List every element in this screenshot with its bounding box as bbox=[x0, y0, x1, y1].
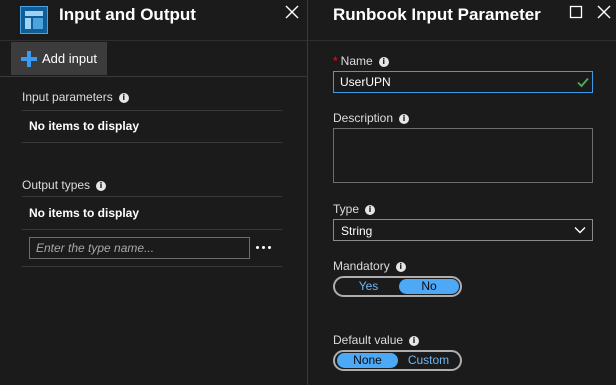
name-label-row: * Name i bbox=[333, 54, 389, 68]
output-types-header: Output types i bbox=[22, 178, 107, 192]
input-parameters-empty: No items to display bbox=[29, 119, 140, 133]
info-icon[interactable]: i bbox=[96, 180, 107, 191]
default-value-label-row: Default value i bbox=[333, 333, 420, 347]
plus-icon bbox=[21, 51, 37, 67]
section-divider bbox=[22, 229, 282, 230]
blade-title: Runbook Input Parameter bbox=[333, 5, 541, 24]
section-divider bbox=[22, 110, 282, 111]
checkmark-icon bbox=[577, 77, 589, 88]
output-types-empty: No items to display bbox=[29, 206, 140, 220]
mandatory-no-option[interactable]: No bbox=[399, 279, 459, 294]
mandatory-toggle: Yes No bbox=[333, 276, 462, 297]
section-divider bbox=[22, 142, 282, 143]
blade-header: Runbook Input Parameter bbox=[308, 0, 616, 40]
chevron-down-icon bbox=[574, 227, 586, 234]
type-name-input[interactable] bbox=[29, 237, 250, 259]
close-icon[interactable] bbox=[283, 3, 301, 21]
name-field[interactable] bbox=[333, 71, 593, 93]
add-input-label: Add input bbox=[42, 51, 97, 66]
mandatory-yes-option[interactable]: Yes bbox=[337, 279, 400, 294]
add-input-button[interactable]: Add input bbox=[11, 42, 107, 75]
toolbar-divider bbox=[0, 76, 307, 77]
name-label: Name bbox=[340, 54, 373, 68]
input-parameters-label: Input parameters bbox=[22, 90, 113, 104]
description-label-row: Description i bbox=[333, 111, 410, 125]
default-value-toggle: None Custom bbox=[333, 350, 462, 371]
default-value-label: Default value bbox=[333, 333, 404, 347]
blade-header: Input and Output bbox=[0, 0, 307, 40]
info-icon[interactable]: i bbox=[365, 204, 376, 215]
input-parameters-header: Input parameters i bbox=[22, 90, 129, 104]
runbook-blade-icon bbox=[20, 6, 48, 34]
info-icon[interactable]: i bbox=[399, 113, 410, 124]
maximize-icon[interactable] bbox=[567, 3, 585, 21]
section-divider bbox=[22, 196, 282, 197]
output-types-label: Output types bbox=[22, 178, 91, 192]
name-input[interactable] bbox=[334, 72, 576, 92]
description-label: Description bbox=[333, 111, 394, 125]
header-divider bbox=[308, 40, 616, 41]
type-label-row: Type i bbox=[333, 202, 376, 216]
type-label: Type bbox=[333, 202, 360, 216]
required-marker: * bbox=[333, 54, 338, 68]
close-icon[interactable] bbox=[595, 3, 613, 21]
info-icon[interactable]: i bbox=[409, 335, 420, 346]
input-output-blade: Input and Output Add input Input paramet… bbox=[0, 0, 307, 385]
toolbar: Add input bbox=[0, 41, 307, 76]
info-icon[interactable]: i bbox=[118, 92, 129, 103]
info-icon[interactable]: i bbox=[395, 261, 406, 272]
section-divider bbox=[22, 266, 282, 267]
mandatory-label-row: Mandatory i bbox=[333, 259, 406, 273]
mandatory-label: Mandatory bbox=[333, 259, 390, 273]
info-icon[interactable]: i bbox=[378, 56, 389, 67]
blade-title: Input and Output bbox=[59, 5, 196, 24]
runbook-input-parameter-blade: Runbook Input Parameter *Namei Descripti… bbox=[308, 0, 616, 385]
default-none-option[interactable]: None bbox=[337, 353, 398, 368]
description-textarea[interactable] bbox=[333, 128, 593, 183]
default-custom-option[interactable]: Custom bbox=[398, 353, 459, 368]
ellipsis-icon[interactable] bbox=[255, 240, 273, 254]
type-dropdown[interactable]: String bbox=[333, 219, 593, 241]
type-selected-value: String bbox=[341, 224, 373, 238]
